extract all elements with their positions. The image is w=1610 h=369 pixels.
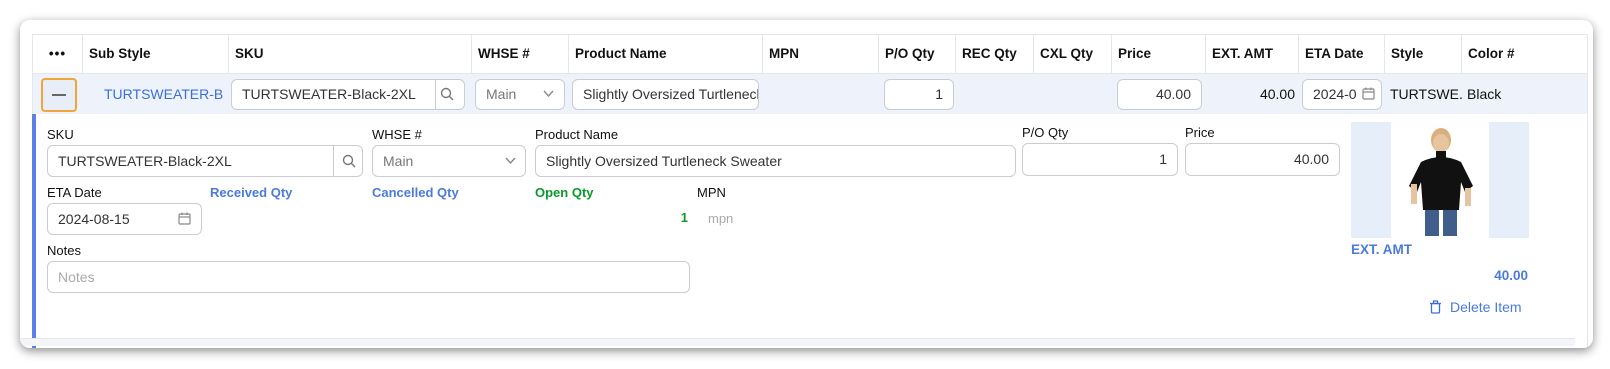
mpn-value: mpn	[708, 211, 734, 226]
detail-po-qty-input[interactable]: 1	[1022, 143, 1178, 176]
product-name-label: Product Name	[535, 127, 619, 142]
sku-divider	[435, 80, 436, 109]
next-row-edge	[21, 338, 1575, 346]
detail-price-input[interactable]: 40.00	[1185, 143, 1340, 176]
grid-header: ••• Sub Style SKU WHSE # Product Name MP…	[32, 34, 1588, 74]
whse-label: WHSE #	[372, 127, 422, 142]
col-sku[interactable]: SKU	[229, 35, 472, 73]
mpn-label: MPN	[697, 185, 726, 200]
po-qty-input[interactable]: 1	[884, 79, 954, 110]
product-image-panel	[1351, 122, 1529, 238]
open-qty-value: 1	[680, 210, 688, 225]
open-qty-label: Open Qty	[535, 185, 594, 200]
po-qty-label: P/O Qty	[1022, 125, 1069, 140]
delete-item-label: Delete Item	[1450, 299, 1522, 315]
trash-icon	[1430, 300, 1441, 314]
col-eta-date[interactable]: ETA Date	[1299, 35, 1385, 73]
col-po-qty[interactable]: P/O Qty	[879, 35, 956, 73]
received-qty-label: Received Qty	[210, 185, 293, 200]
calendar-icon[interactable]	[178, 212, 191, 225]
cancelled-qty-label: Cancelled Qty	[372, 185, 459, 200]
product-photo-icon	[1409, 128, 1473, 236]
col-sub-style[interactable]: Sub Style	[83, 35, 229, 73]
col-style[interactable]: Style	[1385, 35, 1462, 73]
col-color[interactable]: Color #	[1462, 35, 1535, 73]
column-menu-icon[interactable]: •••	[33, 35, 83, 73]
chevron-down-icon	[505, 157, 516, 165]
notes-label: Notes	[47, 243, 81, 258]
col-cxl-qty[interactable]: CXL Qty	[1034, 35, 1112, 73]
chevron-down-icon	[543, 90, 554, 98]
color-value: Black	[1467, 86, 1502, 102]
detail-product-name-input[interactable]: Slightly Oversized Turtleneck Sweater	[535, 145, 1016, 177]
col-whse[interactable]: WHSE #	[472, 35, 569, 73]
table-row[interactable]: TURTSWEATER-Blac TURTSWEATER-Black-2XL M…	[32, 74, 1588, 114]
col-ext-amt[interactable]: EXT. AMT	[1206, 35, 1299, 73]
col-mpn[interactable]: MPN	[763, 35, 879, 73]
style-value: TURTSWE...	[1390, 86, 1462, 102]
col-rec-qty[interactable]: REC Qty	[956, 35, 1034, 73]
eta-date-label: ETA Date	[47, 185, 102, 200]
detail-whse-select[interactable]: Main	[372, 145, 526, 177]
price-input[interactable]: 40.00	[1117, 79, 1202, 110]
notes-input[interactable]: Notes	[47, 261, 690, 293]
col-product-name[interactable]: Product Name	[569, 35, 763, 73]
price-label: Price	[1185, 125, 1215, 140]
product-image[interactable]	[1391, 122, 1489, 238]
detail-sku-divider	[333, 146, 334, 176]
ext-amt-total: 40.00	[1494, 268, 1528, 283]
detail-sku-input[interactable]: TURTSWEATER-Black-2XL	[47, 145, 363, 177]
search-icon[interactable]	[440, 87, 454, 101]
ext-amt-label: EXT. AMT	[1351, 242, 1413, 257]
sub-style-link[interactable]: TURTSWEATER-Blac	[104, 86, 224, 102]
ext-amt-value: 40.00	[1259, 86, 1295, 102]
col-price[interactable]: Price	[1112, 35, 1206, 73]
sku-input[interactable]: TURTSWEATER-Black-2XL	[231, 79, 465, 110]
order-lines-card: ••• Sub Style SKU WHSE # Product Name MP…	[20, 20, 1593, 348]
row-detail-panel: SKU TURTSWEATER-Black-2XL WHSE # Main Pr…	[32, 114, 1588, 348]
delete-item-button[interactable]: Delete Item	[1429, 299, 1522, 315]
product-name-input[interactable]: Slightly Oversized Turtleneck Sweater	[572, 79, 759, 110]
collapse-row-button[interactable]	[41, 78, 77, 112]
sku-label: SKU	[47, 127, 74, 142]
calendar-icon[interactable]	[1362, 87, 1375, 100]
search-icon[interactable]	[342, 154, 356, 168]
